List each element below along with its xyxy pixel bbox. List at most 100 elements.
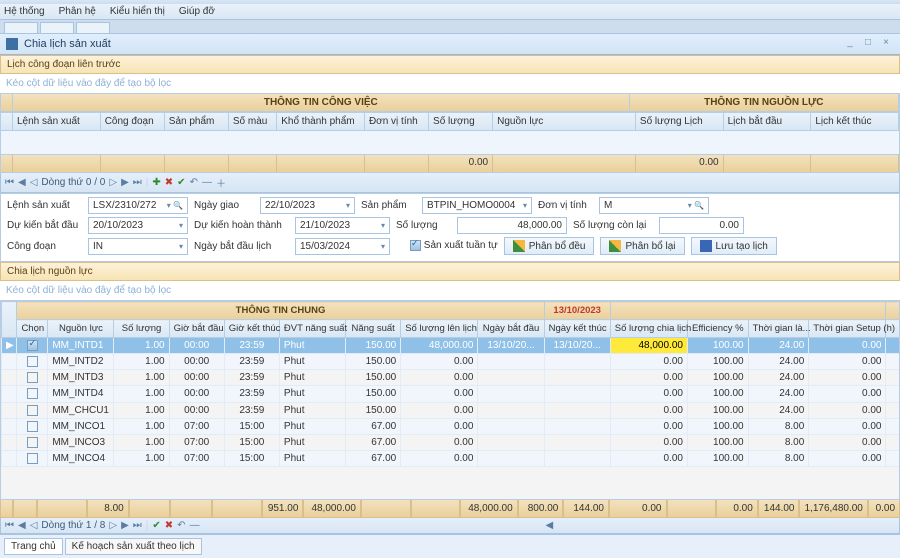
col2-5[interactable]: ĐVT năng suất (279, 320, 345, 338)
table-row[interactable]: MM_INTD41.0000:0023:59Phut150.000.000.00… (2, 386, 900, 402)
col2-9[interactable]: Ngày kết thúc (544, 320, 610, 338)
nav-add-icon[interactable]: ✚ (152, 177, 160, 188)
nav2-dash-icon[interactable]: — (190, 520, 200, 531)
doc-tab-1[interactable] (4, 22, 38, 33)
table-row[interactable]: MM_INCO41.0007:0015:00Phut67.000.000.001… (2, 450, 900, 466)
table-row[interactable]: MM_INTD21.0000:0023:59Phut150.000.000.00… (2, 354, 900, 370)
nav-prevpage-icon[interactable]: ◁ (30, 177, 38, 188)
tab-kehoach[interactable]: Kế hoạch sản xuất theo lịch (65, 538, 202, 555)
dropdown-icon[interactable]: ▾ 🔍 (167, 201, 183, 210)
nav2-del-icon[interactable]: ✖ (165, 520, 173, 531)
input-lsx[interactable]: LSX/2310/272▾ 🔍 (88, 197, 188, 214)
input-ngaygiao[interactable]: 22/10/2023▾ (260, 197, 355, 214)
row-checkbox[interactable] (27, 405, 38, 416)
dropdown-icon[interactable]: ▾ (346, 201, 350, 210)
upper-grid-body[interactable] (0, 131, 900, 155)
lbl-nbdl: Ngày bắt đầu lịch (194, 241, 289, 252)
nav-last-icon[interactable]: ⏭ (133, 177, 142, 188)
col2-1[interactable]: Nguồn lực (48, 320, 114, 338)
bottom-tabstrip[interactable]: Trang chủ Kế hoạch sản xuất theo lịch (0, 534, 900, 558)
col2-3[interactable]: Giờ bắt đầu (169, 320, 224, 338)
row-checkbox[interactable] (27, 453, 38, 464)
dropdown-icon[interactable]: ▾ (381, 221, 385, 230)
reallocate-icon (609, 240, 621, 252)
doc-tab-3[interactable] (76, 22, 110, 33)
table-row[interactable]: MM_INTD31.0000:0023:59Phut150.000.000.00… (2, 370, 900, 386)
input-nbdl[interactable]: 15/03/2024▾ (295, 238, 390, 255)
menu-hethong[interactable]: Hệ thống (4, 6, 45, 17)
nav-dash-icon[interactable]: — (202, 177, 212, 188)
row-checkbox[interactable] (27, 437, 38, 448)
menubar[interactable]: Hệ thống Phân hệ Kiểu hiển thị Giúp đỡ (0, 4, 900, 20)
input-dkbd[interactable]: 20/10/2023▾ (88, 217, 188, 234)
upper-grid-navigator[interactable]: ⏮ ◀ ◁ Dòng thứ 0 / 0 ▷ ▶ ⏭ | ✚ ✖ ✔ ↶ — ＋ (0, 173, 900, 193)
nav-del-icon[interactable]: ✖ (165, 177, 173, 188)
row-checkbox[interactable] (27, 356, 38, 367)
row-checkbox[interactable] (27, 388, 38, 399)
window-max[interactable]: □ (860, 37, 876, 51)
nav-next-icon[interactable]: ▶ (121, 177, 129, 188)
col2-11[interactable]: Efficiency % (687, 320, 748, 338)
detail-grid-navigator[interactable]: ⏮ ◀ ◁ Dòng thứ 1 / 8 ▷ ▶ ⏭ | ✔ ✖ ↶ — ◀ (0, 518, 900, 534)
col2-0[interactable]: Chọn (17, 320, 48, 338)
nav2-prev-icon[interactable]: ◀ (18, 520, 26, 531)
nav-prev-icon[interactable]: ◀ (18, 177, 26, 188)
dropdown-icon[interactable]: ▾ (179, 221, 183, 230)
window-min[interactable]: _ (842, 37, 858, 51)
nav2-left-icon[interactable]: ◀ (545, 520, 553, 531)
row-checkbox[interactable] (27, 372, 38, 383)
col2-10[interactable]: Số lượng chia lịch (610, 320, 687, 338)
menu-kieuhienthi[interactable]: Kiểu hiển thị (110, 6, 165, 17)
dropdown-icon[interactable]: ▾ (381, 242, 385, 251)
app-icon (6, 38, 18, 50)
dropdown-icon[interactable]: ▾ 🔍 (688, 201, 704, 210)
nav2-undo-icon[interactable]: ↶ (177, 520, 185, 531)
nav2-next-icon[interactable]: ▶ (121, 520, 129, 531)
input-dkht[interactable]: 21/10/2023▾ (295, 217, 390, 234)
nav-undo-icon[interactable]: ↶ (190, 177, 198, 188)
tab-trangchu[interactable]: Trang chủ (4, 538, 63, 555)
window-close[interactable]: × (878, 37, 894, 51)
menu-giupdo[interactable]: Giúp đỡ (179, 6, 215, 17)
btn-luutaolich[interactable]: Lưu tạo lịch (691, 237, 777, 255)
table-row[interactable]: MM_INCO11.0007:0015:00Phut67.000.000.001… (2, 418, 900, 434)
input-sl[interactable]: 48,000.00 (457, 217, 567, 234)
table-row[interactable]: MM_INCO31.0007:0015:00Phut67.000.000.001… (2, 434, 900, 450)
group-date1: 13/10/2023 (544, 302, 610, 320)
dropdown-icon[interactable]: ▾ (179, 242, 183, 251)
nav-plus-icon[interactable]: ＋ (216, 175, 226, 190)
nav2-prevpage-icon[interactable]: ◁ (30, 520, 38, 531)
table-row[interactable]: ▶MM_INTD11.0000:0023:59Phut150.0048,000.… (2, 338, 900, 354)
dropdown-icon[interactable]: ▾ (523, 201, 527, 210)
col2-13[interactable]: Thời gian Setup (h) (809, 320, 886, 338)
drag-hint-2: Kéo cột dữ liệu vào đây để tạo bộ lọc (0, 281, 900, 300)
nav2-nextpage-icon[interactable]: ▷ (109, 520, 117, 531)
col2-2[interactable]: Số lượng (114, 320, 169, 338)
chk-seq[interactable]: Sản xuất tuần tự (410, 240, 498, 251)
col2-12[interactable]: Thời gian là... (748, 320, 809, 338)
row-checkbox[interactable] (27, 340, 38, 351)
col-cd: Công đoạn (101, 113, 165, 131)
input-sp[interactable]: BTPIN_HOMO0004▾ (422, 197, 532, 214)
nav-nextpage-icon[interactable]: ▷ (109, 177, 117, 188)
nav-first-icon[interactable]: ⏮ (5, 177, 14, 188)
table-row[interactable]: MM_CHCU11.0000:0023:59Phut150.000.000.00… (2, 402, 900, 418)
menu-phanhe[interactable]: Phân hệ (59, 6, 96, 17)
btn-phanbodeu[interactable]: Phân bổ đều (504, 237, 595, 255)
input-slcl[interactable]: 0.00 (659, 217, 744, 234)
col2-6[interactable]: Năng suất (346, 320, 401, 338)
col2-4[interactable]: Giờ kết thúc (224, 320, 279, 338)
col2-8[interactable]: Ngày bắt đầu (478, 320, 544, 338)
doc-tab-2[interactable] (40, 22, 74, 33)
group-nguonluc: THÔNG TIN NGUỒN LỰC (630, 94, 899, 112)
col2-7[interactable]: Số lượng lên lịch (401, 320, 478, 338)
nav-check-icon[interactable]: ✔ (177, 177, 185, 188)
row-checkbox[interactable] (27, 421, 38, 432)
detail-grid[interactable]: THÔNG TIN CHUNG13/10/202315/03/2024 Chọn… (0, 300, 900, 500)
input-cd[interactable]: IN▾ (88, 238, 188, 255)
nav2-last-icon[interactable]: ⏭ (133, 520, 142, 531)
btn-phanbolai[interactable]: Phân bổ lại (600, 237, 684, 255)
nav2-check-icon[interactable]: ✔ (152, 520, 160, 531)
nav2-first-icon[interactable]: ⏮ (5, 520, 14, 531)
input-dvt[interactable]: M▾ 🔍 (599, 197, 709, 214)
